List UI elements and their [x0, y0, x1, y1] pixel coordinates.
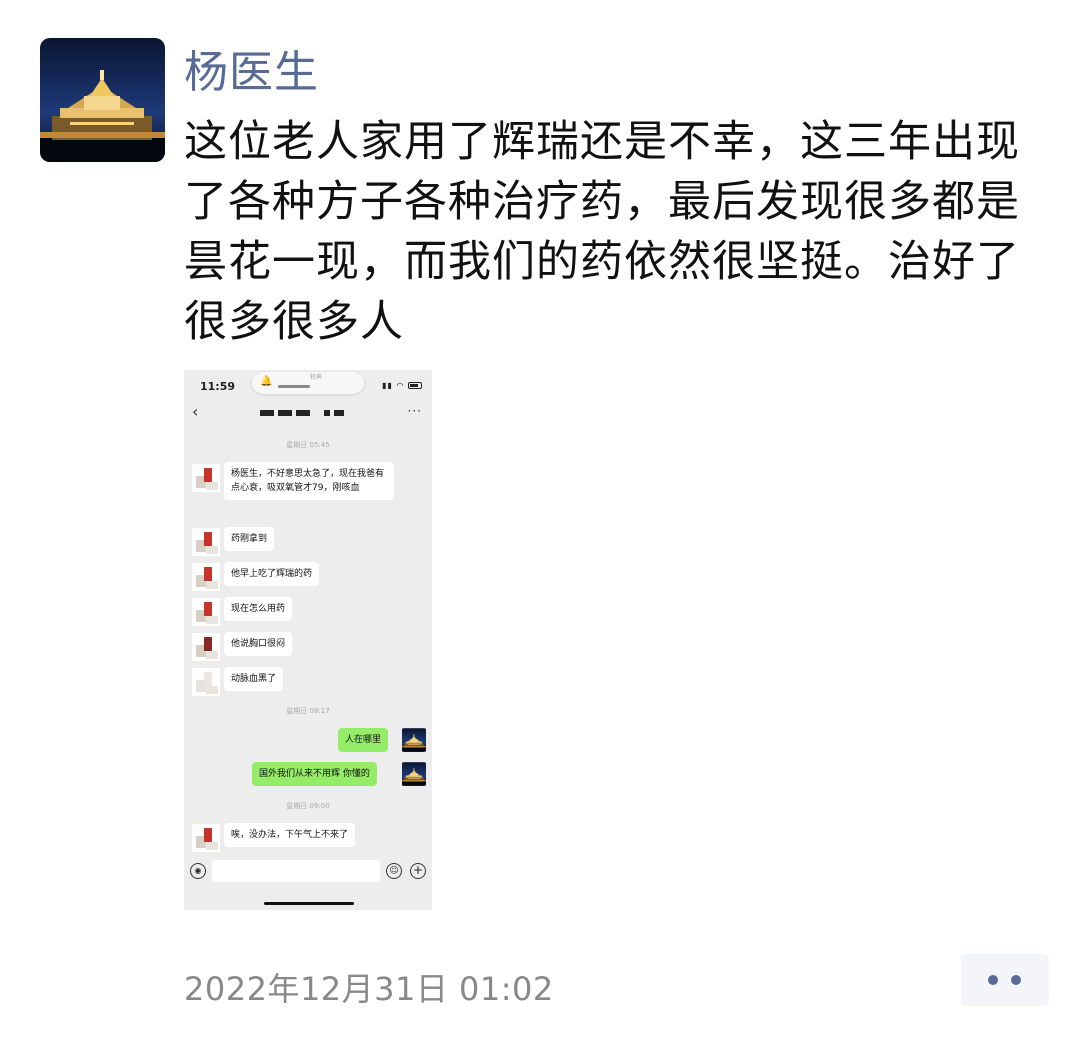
more-icon[interactable]: ··· [408, 404, 422, 418]
more-dots-icon [1011, 975, 1021, 985]
status-bar: 11:59 🔔 铃声 ▮▮ ◠ [184, 370, 432, 400]
incoming-message[interactable]: 药刚拿到 [224, 527, 275, 551]
chat-timestamp: 星期日 09:00 [286, 802, 330, 810]
incoming-message[interactable]: 他早上吃了辉瑞的药 [224, 562, 320, 586]
post-timestamp: 2022年12月31日 01:02 [184, 970, 554, 1008]
contact-avatar[interactable] [192, 824, 220, 852]
more-dots-icon [988, 975, 998, 985]
post-text: 这位老人家用了辉瑞还是不幸，这三年出现了各种方子各种治疗药，最后发现很多都是昙花… [184, 117, 1020, 347]
voice-icon[interactable]: ◉ [190, 863, 206, 879]
home-indicator [264, 902, 354, 905]
chat-timestamp: 星期日 05:45 [286, 441, 330, 449]
contact-avatar[interactable] [192, 633, 220, 661]
chat-screenshot-image[interactable]: 11:59 🔔 铃声 ▮▮ ◠ ‹ ··· 星期日 05:45 杨医生，不好意思… [184, 370, 432, 910]
author-avatar[interactable] [40, 38, 165, 162]
island-label: 铃声 [310, 374, 323, 381]
message-input[interactable] [212, 860, 380, 882]
volume-bar [278, 385, 310, 388]
redacted-contact-name [260, 408, 370, 418]
status-time: 11:59 [200, 380, 236, 393]
outgoing-message[interactable]: 人在哪里 [338, 728, 389, 752]
emoji-icon[interactable]: ☺ [386, 863, 402, 879]
battery-icon [408, 382, 422, 389]
contact-avatar[interactable] [192, 528, 220, 556]
dynamic-island: 🔔 铃声 [252, 372, 364, 394]
author-name[interactable]: 杨医生 [184, 36, 319, 100]
self-avatar[interactable] [402, 762, 426, 786]
outgoing-message[interactable]: 国外我们从来不用辉 你懂的 [252, 762, 377, 786]
contact-avatar[interactable] [192, 464, 220, 492]
chat-navbar: ‹ ··· [184, 400, 432, 428]
incoming-message[interactable]: 杨医生，不好意思太急了，现在我爸有点心衰，吸双氧管才79，刚咳血 [224, 462, 394, 500]
status-icons: ▮▮ ◠ [382, 381, 422, 390]
signal-icon: ▮▮ [382, 381, 393, 390]
chat-timestamp: 星期日 08:17 [286, 707, 330, 715]
temple-image [40, 38, 165, 162]
incoming-message[interactable]: 他说胸口很闷 [224, 632, 293, 656]
incoming-message[interactable]: 唉，没办法，下午气上不来了 [224, 823, 356, 847]
contact-avatar[interactable] [192, 598, 220, 626]
bell-icon: 🔔 [260, 376, 273, 387]
incoming-message[interactable]: 现在怎么用药 [224, 597, 293, 621]
back-icon[interactable]: ‹ [192, 402, 198, 421]
wifi-icon: ◠ [396, 381, 405, 390]
contact-avatar[interactable] [192, 563, 220, 591]
contact-avatar[interactable] [192, 668, 220, 696]
chat-input-bar: ◉ ☺ + [184, 858, 432, 888]
incoming-message[interactable]: 动脉血黑了 [224, 667, 284, 691]
more-actions-button[interactable] [961, 954, 1049, 1006]
self-avatar[interactable] [402, 728, 426, 752]
plus-icon[interactable]: + [410, 863, 426, 879]
temple-image [402, 728, 426, 752]
temple-image [402, 762, 426, 786]
